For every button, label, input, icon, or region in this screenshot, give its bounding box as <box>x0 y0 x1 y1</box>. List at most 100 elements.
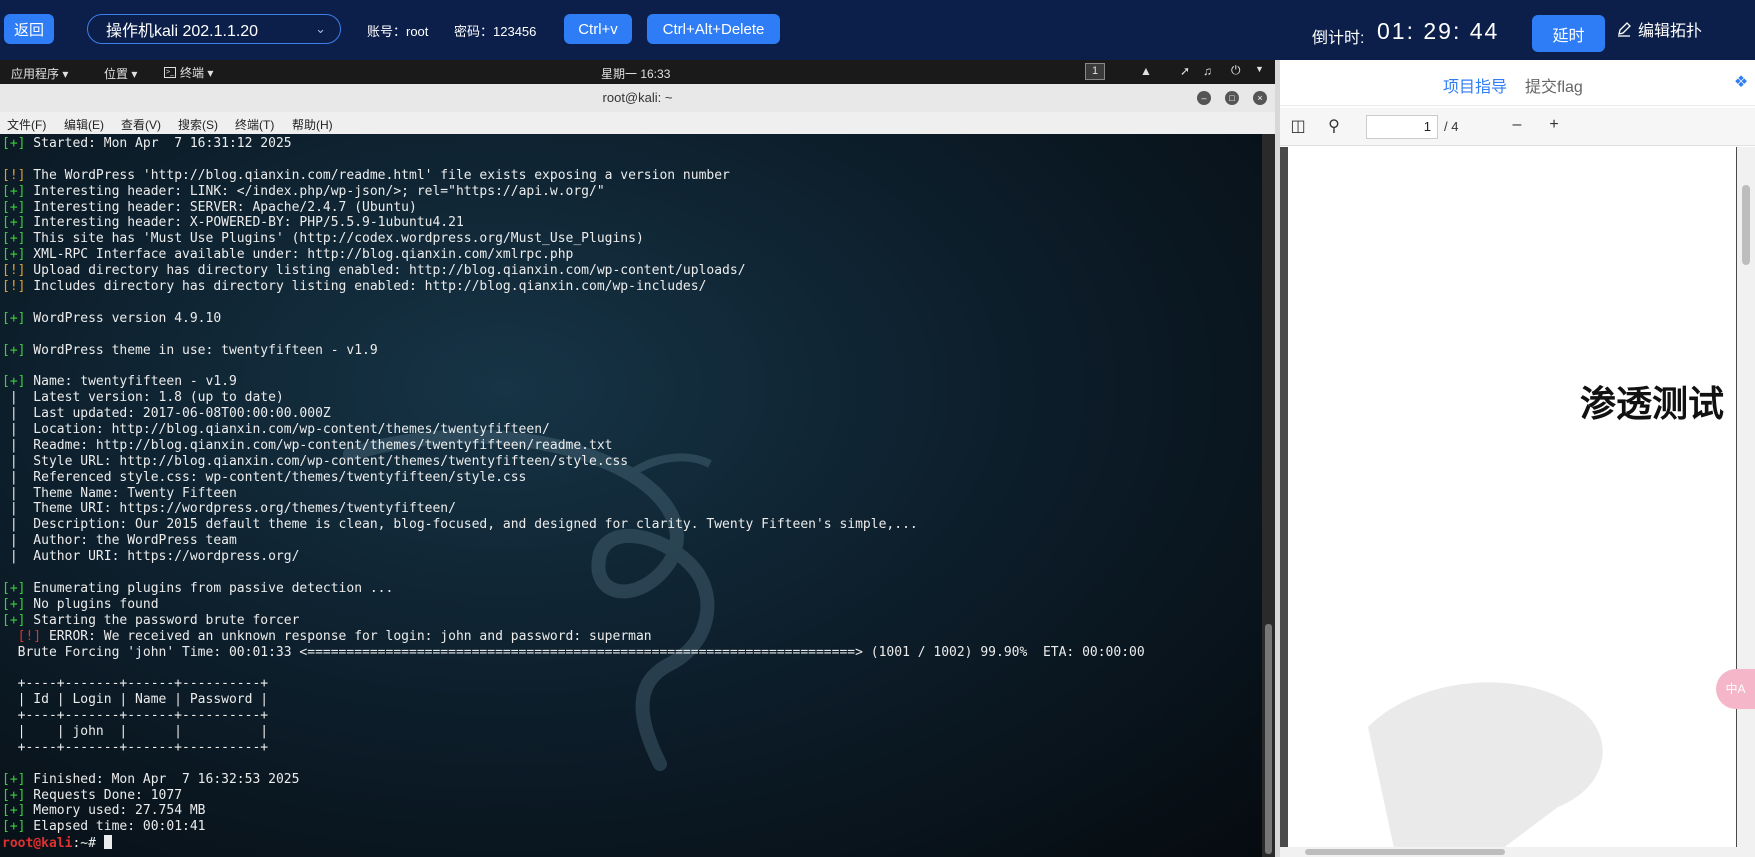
terminal-line: [!] ERROR: We received an unknown respon… <box>2 629 1145 645</box>
line-text: Starting the password brute forcer <box>25 612 300 628</box>
edit-topology-button[interactable]: 编辑拓扑 <box>1616 17 1702 41</box>
line-text: | Theme Name: Twenty Fifteen <box>2 485 237 501</box>
terminal-line: | Referenced style.css: wp-content/theme… <box>2 470 1145 486</box>
line-text: +----+-------+------+----------+ <box>2 739 269 755</box>
terminal-scrollbar[interactable] <box>1262 134 1275 857</box>
terminal-output[interactable]: [+] Started: Mon Apr 7 16:31:12 2025 [!] … <box>0 134 1262 857</box>
line-text: Name: twentyfifteen - v1.9 <box>25 374 237 390</box>
close-icon[interactable]: × <box>1253 91 1267 105</box>
line-text: Includes directory has directory listing… <box>25 279 707 295</box>
ctrl-v-button[interactable]: Ctrl+v <box>564 14 632 44</box>
vm-select-value: 操作机kali 202.1.1.20 <box>106 23 259 40</box>
terminal-line: [+] WordPress theme in use: twentyfiftee… <box>2 343 1145 359</box>
terminal-line: | Id | Login | Name | Password | <box>2 692 1145 708</box>
pdf-vertical-scrollbar[interactable] <box>1737 147 1755 857</box>
account-label: 账号：root <box>367 24 429 39</box>
password-label: 密码：123456 <box>454 24 537 39</box>
terminal-line: | Theme URI: https://wordpress.org/theme… <box>2 501 1145 517</box>
line-text: Elapsed time: 00:01:41 <box>25 819 206 835</box>
scrollbar-thumb[interactable] <box>1305 849 1505 855</box>
line-text: WordPress version 4.9.10 <box>25 310 222 326</box>
pdf-viewer[interactable]: 渗透测试 <box>1280 147 1755 857</box>
status-prefix: [+] <box>2 374 26 390</box>
shell-prompt[interactable]: root@kali:~# <box>2 835 1145 851</box>
minimize-icon[interactable]: – <box>1197 91 1211 105</box>
line-text: The WordPress 'http://blog.qianxin.com/r… <box>25 167 730 183</box>
terminal-line: [+] Name: twentyfifteen - v1.9 <box>2 374 1145 390</box>
status-prefix: [+] <box>2 183 26 199</box>
scrollbar-thumb[interactable] <box>1265 624 1272 854</box>
terminal-menu[interactable]: >_ 终端 ▾ <box>164 64 213 81</box>
status-prefix: [+] <box>2 819 26 835</box>
back-button[interactable]: 返回 <box>4 14 54 44</box>
terminal-line: [+] Elapsed time: 00:01:41 <box>2 819 1145 835</box>
line-text: XML-RPC Interface available under: http:… <box>25 247 574 263</box>
status-prefix: [+] <box>2 787 26 803</box>
volume-icon[interactable]: ♫ <box>1203 64 1212 78</box>
translate-button[interactable]: 中A <box>1716 669 1755 709</box>
menu-terminal[interactable]: 终端(T) <box>235 116 274 133</box>
line-text: Memory used: 27.754 MB <box>25 803 206 819</box>
edit-topology-label: 编辑拓扑 <box>1638 23 1703 40</box>
terminal-lines: [+] Started: Mon Apr 7 16:31:12 2025 [!] … <box>2 136 1145 851</box>
terminal-line: [+] Finished: Mon Apr 7 16:32:53 2025 <box>2 772 1145 788</box>
prompt-user: root@kali <box>2 836 73 852</box>
text-cursor <box>103 835 112 850</box>
terminal-line: [+] Interesting header: LINK: </index.ph… <box>2 184 1145 200</box>
terminal-line: [+] Started: Mon Apr 7 16:31:12 2025 <box>2 136 1145 152</box>
terminal-line: [+] Starting the password brute forcer <box>2 613 1145 629</box>
line-text: | Description: Our 2015 default theme is… <box>2 517 918 533</box>
line-text: | | john | | | <box>2 723 269 739</box>
line-text: Upload directory has directory listing e… <box>25 263 746 279</box>
tools-icon[interactable]: ➚ <box>1180 64 1190 78</box>
terminal-line: | Description: Our 2015 default theme is… <box>2 517 1145 533</box>
terminal-line: +----+-------+------+----------+ <box>2 676 1145 692</box>
menu-search[interactable]: 搜索(S) <box>178 116 218 133</box>
menu-view[interactable]: 查看(V) <box>121 116 161 133</box>
watermark-logo <box>1368 682 1603 847</box>
line-text: ERROR: We received an unknown response f… <box>41 628 652 644</box>
status-prefix: [+] <box>2 596 26 612</box>
scrollbar-thumb[interactable] <box>1742 185 1750 265</box>
terminal-line: [+] Interesting header: X-POWERED-BY: PH… <box>2 215 1145 231</box>
extend-time-button[interactable]: 延时 <box>1532 15 1605 52</box>
maximize-icon[interactable]: □ <box>1225 91 1239 105</box>
workspace-indicator[interactable]: 1 <box>1085 63 1105 80</box>
applications-menu[interactable]: 应用程序 ▾ <box>11 65 68 82</box>
terminal-line: [+] XML-RPC Interface available under: h… <box>2 247 1145 263</box>
tab-submit-flag[interactable]: 提交flag <box>1525 73 1583 97</box>
terminal-line: +----+-------+------+----------+ <box>2 740 1145 756</box>
status-prefix: [+] <box>2 231 26 247</box>
network-icon[interactable]: ▲ <box>1140 64 1152 78</box>
pdf-toolbar: ◫ ⚲ 1 / 4 – + <box>1280 108 1755 146</box>
sidebar-toggle-icon[interactable]: ◫ <box>1288 116 1308 136</box>
line-text: | Author URI: https://wordpress.org/ <box>2 549 300 565</box>
chevron-down-icon[interactable]: ▼ <box>1255 64 1264 74</box>
zoom-out-icon[interactable]: – <box>1507 116 1527 136</box>
zoom-in-icon[interactable]: + <box>1544 116 1564 136</box>
tab-project-guide[interactable]: 项目指导 <box>1443 73 1507 97</box>
page-number-input[interactable]: 1 <box>1366 115 1438 139</box>
ctrl-alt-delete-button[interactable]: Ctrl+Alt+Delete <box>647 14 780 44</box>
terminal-menubar: 文件(F) 编辑(E) 查看(V) 搜索(S) 终端(T) 帮助(H) <box>0 112 1275 134</box>
menu-help[interactable]: 帮助(H) <box>292 116 333 133</box>
menu-file[interactable]: 文件(F) <box>7 116 46 133</box>
places-menu[interactable]: 位置 ▾ <box>104 65 137 82</box>
page-total: / 4 <box>1444 119 1459 134</box>
menu-edit[interactable]: 编辑(E) <box>64 116 104 133</box>
status-prefix: [+] <box>2 342 26 358</box>
line-text: | Theme URI: https://wordpress.org/theme… <box>2 501 456 517</box>
search-icon[interactable]: ⚲ <box>1324 116 1344 136</box>
pdf-horizontal-scrollbar[interactable] <box>1280 847 1737 857</box>
terminal-line: [+] No plugins found <box>2 597 1145 613</box>
countdown-value: 01: 29: 44 <box>1377 18 1500 44</box>
vm-select[interactable]: 操作机kali 202.1.1.20 ⌄ <box>87 14 341 44</box>
terminal-titlebar: root@kali: ~ – □ × <box>0 84 1275 112</box>
expand-icon[interactable]: ❖ <box>1731 72 1751 92</box>
status-prefix: [+] <box>2 247 26 263</box>
power-icon[interactable]: ⏻ <box>1231 63 1241 78</box>
status-prefix: [+] <box>2 612 26 628</box>
